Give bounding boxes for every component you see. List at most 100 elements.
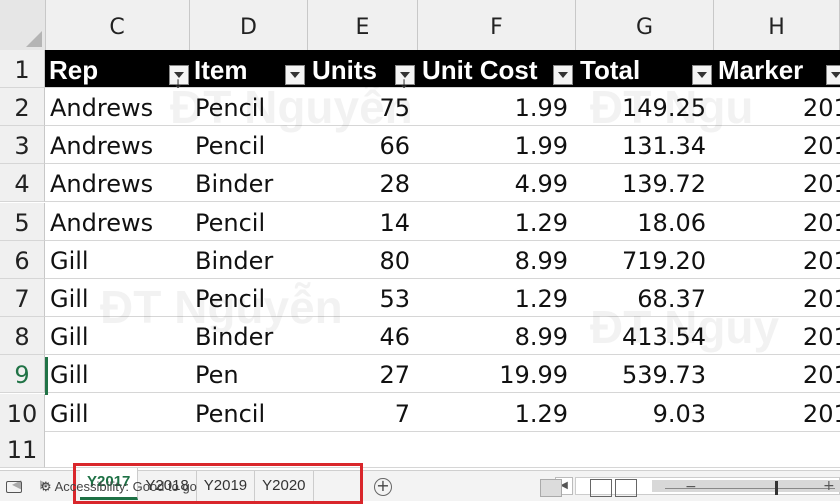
zoom-slider[interactable]: − + bbox=[665, 478, 835, 495]
cell-total[interactable]: 413.54 bbox=[576, 317, 714, 354]
cell-rep[interactable]: Gill bbox=[45, 279, 190, 316]
cell-item[interactable]: Pencil bbox=[190, 203, 308, 240]
cell-rep[interactable]: Gill bbox=[45, 394, 190, 431]
cell-rep[interactable]: Andrews bbox=[45, 88, 190, 125]
cell-total[interactable]: 68.37 bbox=[576, 279, 714, 316]
cell-units[interactable]: 75 bbox=[308, 88, 418, 125]
cell-marker[interactable]: 2017 bbox=[714, 317, 840, 354]
cell-total[interactable]: 539.73 bbox=[576, 355, 714, 392]
cell-unit-cost[interactable]: 4.99 bbox=[418, 164, 576, 201]
cell-marker[interactable]: 2017 bbox=[714, 241, 840, 278]
row-header-3[interactable]: 3 bbox=[0, 126, 45, 165]
cell-marker[interactable]: 2017 bbox=[714, 126, 840, 163]
cell-item[interactable]: Binder bbox=[190, 241, 308, 278]
cell-total[interactable]: 139.72 bbox=[576, 164, 714, 201]
cell-rep[interactable]: Gill bbox=[45, 317, 190, 354]
cell-unit-cost[interactable]: 8.99 bbox=[418, 241, 576, 278]
accessibility-status[interactable]: ⚙ Accessibility: Good to go bbox=[40, 479, 197, 495]
cell-total[interactable]: 719.20 bbox=[576, 241, 714, 278]
cell-marker[interactable]: 2017 bbox=[714, 394, 840, 431]
row-header-8[interactable]: 8 bbox=[0, 317, 45, 356]
cell-item[interactable]: Pencil bbox=[190, 126, 308, 163]
column-header-d[interactable]: D bbox=[190, 0, 308, 50]
cell-unit-cost[interactable]: 1.29 bbox=[418, 279, 576, 316]
cell-units[interactable]: 80 bbox=[308, 241, 418, 278]
cell-unit-cost[interactable]: 1.29 bbox=[418, 203, 576, 240]
active-cell-indicator bbox=[45, 357, 48, 395]
row-header-1[interactable]: 1 bbox=[0, 50, 45, 88]
cell-rep[interactable]: Andrews bbox=[45, 164, 190, 201]
table-row: GillPencil531.2968.372017 bbox=[45, 279, 840, 317]
row-header-4[interactable]: 4 bbox=[0, 164, 45, 203]
filter-item-button[interactable] bbox=[285, 65, 305, 85]
table-row: GillBinder468.99413.542017 bbox=[45, 317, 840, 356]
cell-total[interactable]: 131.34 bbox=[576, 126, 714, 163]
cell-marker[interactable]: 2017 bbox=[714, 279, 840, 316]
cell-item[interactable]: Pencil bbox=[190, 88, 308, 125]
header-marker[interactable]: Marker bbox=[714, 50, 840, 87]
macro-record-icon[interactable] bbox=[6, 481, 22, 493]
filter-sort-units-button[interactable] bbox=[395, 64, 415, 104]
column-header-f[interactable]: F bbox=[418, 0, 576, 50]
zoom-out-icon[interactable]: − bbox=[685, 479, 697, 495]
filter-total-button[interactable] bbox=[692, 65, 712, 85]
cell-units[interactable]: 66 bbox=[308, 126, 418, 163]
table-header-row: Rep Item Units Unit Cost Total Marker bbox=[45, 50, 840, 104]
zoom-in-icon[interactable]: + bbox=[823, 478, 835, 494]
cell-unit-cost[interactable]: 8.99 bbox=[418, 317, 576, 354]
table-row: GillBinder808.99719.202017 bbox=[45, 241, 840, 279]
spreadsheet-grid: C D E F G H 1 Rep Item Units Unit Cost T… bbox=[0, 0, 840, 470]
row-header-11[interactable]: 11 bbox=[0, 430, 45, 468]
cell-rep[interactable]: Andrews bbox=[45, 203, 190, 240]
cell-unit-cost[interactable]: 1.99 bbox=[418, 126, 576, 163]
select-all-corner[interactable] bbox=[0, 0, 46, 50]
cell-marker[interactable]: 2017 bbox=[714, 355, 840, 392]
cell-total[interactable]: 9.03 bbox=[576, 394, 714, 431]
cell-units[interactable]: 28 bbox=[308, 164, 418, 201]
cell-item[interactable]: Binder bbox=[190, 317, 308, 354]
column-header-bar: C D E F G H bbox=[0, 0, 840, 51]
cell-item[interactable]: Pencil bbox=[190, 279, 308, 316]
table-row: GillPen2719.99539.732017 bbox=[45, 355, 840, 394]
cell-unit-cost[interactable]: 1.99 bbox=[418, 88, 576, 125]
cell-item[interactable]: Pen bbox=[190, 355, 308, 392]
column-header-h[interactable]: H bbox=[714, 0, 840, 50]
table-row: AndrewsPencil141.2918.062017 bbox=[45, 203, 840, 241]
filter-unit-cost-button[interactable] bbox=[553, 65, 573, 85]
row-header-5[interactable]: 5 bbox=[0, 202, 45, 241]
cell-total[interactable]: 149.25 bbox=[576, 88, 714, 125]
table-row: GillPencil71.299.032017 bbox=[45, 394, 840, 432]
cell-marker[interactable]: 2017 bbox=[714, 164, 840, 201]
cell-item[interactable]: Binder bbox=[190, 164, 308, 201]
column-header-g[interactable]: G bbox=[576, 0, 714, 50]
cell-units[interactable]: 53 bbox=[308, 279, 418, 316]
cell-unit-cost[interactable]: 19.99 bbox=[418, 355, 576, 392]
cell-rep[interactable]: Gill bbox=[45, 355, 190, 392]
cell-total[interactable]: 18.06 bbox=[576, 203, 714, 240]
cell-units[interactable]: 14 bbox=[308, 203, 418, 240]
filter-marker-button[interactable] bbox=[826, 65, 840, 85]
row-header-10[interactable]: 10 bbox=[0, 393, 45, 432]
filter-sort-rep-button[interactable] bbox=[169, 64, 189, 104]
row-header-7[interactable]: 7 bbox=[0, 279, 45, 317]
column-header-e[interactable]: E bbox=[308, 0, 418, 50]
cell-units[interactable]: 7 bbox=[308, 394, 418, 431]
cell-unit-cost[interactable]: 1.29 bbox=[418, 394, 576, 431]
row-header-2[interactable]: 2 bbox=[0, 88, 45, 126]
cell-units[interactable]: 27 bbox=[308, 355, 418, 392]
cell-rep[interactable]: Andrews bbox=[45, 126, 190, 163]
normal-view-icon[interactable] bbox=[540, 479, 562, 497]
row-header-6[interactable]: 6 bbox=[0, 240, 45, 279]
column-header-c[interactable]: C bbox=[45, 0, 190, 50]
cell-marker[interactable]: 2017 bbox=[714, 88, 840, 125]
row-header-9[interactable]: 9 bbox=[0, 355, 45, 394]
table-row: AndrewsBinder284.99139.722017 bbox=[45, 164, 840, 203]
page-layout-view-icon[interactable] bbox=[590, 479, 612, 497]
cell-rep[interactable]: Gill bbox=[45, 241, 190, 278]
zoom-slider-knob[interactable] bbox=[775, 481, 778, 495]
page-break-view-icon[interactable] bbox=[615, 479, 637, 497]
cell-units[interactable]: 46 bbox=[308, 317, 418, 354]
cell-marker[interactable]: 2017 bbox=[714, 203, 840, 240]
table-row: AndrewsPencil751.99149.252017 bbox=[45, 88, 840, 126]
cell-item[interactable]: Pencil bbox=[190, 394, 308, 431]
